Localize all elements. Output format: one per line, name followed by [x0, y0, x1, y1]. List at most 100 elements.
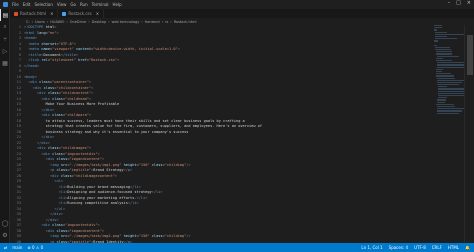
tab-rostack-html[interactable]: Rostack.html × [10, 9, 59, 18]
minimap-line [436, 60, 452, 62]
status-bar: ⇄ main ⊗ 0 ⚠ 0 Ln 1, Col 1 Spaces: 4 UTF… [0, 243, 474, 252]
breadcrumb-item[interactable]: rs [165, 20, 168, 24]
bell-icon[interactable]: 🔔 [465, 245, 470, 250]
minimap-line [434, 38, 457, 40]
css-file-icon [62, 11, 67, 16]
breadcrumb-item[interactable]: OneDrive [70, 20, 86, 24]
errors-value: 0 [31, 245, 35, 250]
minimap-line [436, 57, 443, 59]
minimap-line [436, 105, 455, 108]
vscode-logo-icon [3, 2, 8, 7]
minimap-line [437, 97, 447, 99]
language-mode[interactable]: HTML [448, 245, 459, 250]
breadcrumb-item[interactable]: web technology [111, 20, 139, 24]
menu-item-run[interactable]: Run [80, 2, 88, 7]
run-debug-icon[interactable]: ▷ [0, 45, 10, 57]
breadcrumb-item[interactable]: Rostack.html [174, 20, 197, 24]
minimap-line [436, 103, 454, 105]
menu-item-edit[interactable]: Edit [23, 2, 31, 7]
breadcrumb: C: › Users › HUAWEI › OneDrive › Desktop › web tec… [10, 18, 474, 25]
close-tab-icon[interactable]: × [50, 11, 53, 16]
minimap-line [438, 92, 467, 94]
minimap-line [434, 27, 442, 29]
minimap-line [437, 112, 459, 114]
minimap-line [435, 70, 442, 73]
minimap-line [436, 53, 452, 55]
cursor-position[interactable]: Ln 1, Col 1 [361, 245, 382, 250]
menu-item-file[interactable]: File [12, 2, 19, 7]
breadcrumb-separator-icon: › [46, 19, 49, 24]
minimap-line [434, 33, 465, 35]
extensions-icon[interactable]: ▦ [0, 57, 10, 69]
errors-count[interactable]: ⊗ 0 ⚠ 0 [27, 245, 43, 250]
menu-item-help[interactable]: Help [113, 2, 122, 7]
title-bar: File Edit Selection View Go Run Terminal Help –… [0, 0, 474, 9]
breadcrumb-item[interactable]: C: [26, 20, 30, 24]
breadcrumb-separator-icon: › [161, 19, 164, 24]
breadcrumb-separator-icon: › [66, 19, 68, 24]
minimap-line [434, 46, 450, 49]
breadcrumb-separator-icon: › [170, 19, 172, 24]
window-controls: – □ × [448, 0, 471, 6]
minimap-line [437, 81, 462, 84]
minimap-line [436, 62, 467, 64]
remote-icon[interactable]: ⇄ [4, 245, 7, 250]
minimap-line [437, 99, 446, 101]
account-icon[interactable]: ◯ [0, 217, 10, 229]
explorer-icon[interactable]: ▤ [0, 9, 10, 21]
minimap-line [435, 73, 451, 75]
encoding[interactable]: UTF-8 [414, 245, 426, 250]
minimap-line [438, 95, 465, 97]
minimap-line [436, 75, 454, 77]
minimap-line [436, 101, 445, 103]
breadcrumb-item[interactable]: HUAWEI [50, 20, 64, 24]
settings-gear-icon[interactable]: ⚙ [0, 229, 10, 241]
breadcrumb-separator-icon: › [108, 19, 110, 24]
close-icon[interactable]: × [467, 0, 471, 6]
breadcrumb-separator-icon: › [141, 19, 143, 24]
maximize-icon[interactable]: □ [456, 0, 461, 6]
breadcrumb-item[interactable]: Desktop [92, 20, 106, 24]
tab-rostack-css[interactable]: Rostack.css × [58, 9, 105, 18]
minimap-line [434, 44, 437, 46]
minimap-line [437, 110, 462, 112]
minimap-line [434, 35, 447, 38]
minimap-line [436, 55, 459, 57]
minimap-line [435, 51, 452, 53]
minimap-line [436, 77, 455, 79]
breadcrumb-separator-icon: › [31, 19, 34, 24]
minimap-line [435, 49, 451, 51]
menu-item-go[interactable]: Go [70, 2, 76, 7]
editor-scrollbar[interactable] [464, 25, 474, 243]
menu-item-terminal[interactable]: Terminal [92, 2, 109, 7]
search-icon[interactable]: ⌕ [0, 21, 10, 33]
indentation[interactable]: Spaces: 4 [389, 245, 408, 250]
minimap-line [434, 40, 438, 42]
scrollbar-thumb[interactable] [467, 35, 473, 75]
minimap-line [436, 68, 443, 70]
tab-label: Rostack.html [20, 11, 47, 16]
minimap-line [434, 31, 447, 33]
menu-item-view[interactable]: View [57, 2, 67, 7]
editor-tabs: Rostack.html × Rostack.css × [10, 9, 474, 18]
minimize-icon[interactable]: – [448, 0, 451, 6]
breadcrumb-separator-icon: › [88, 19, 90, 24]
minimap-line [437, 108, 467, 110]
tab-label: Rostack.css [68, 11, 92, 16]
close-tab-icon[interactable]: × [96, 11, 99, 16]
breadcrumb-item[interactable]: frontend [145, 20, 160, 24]
breadcrumb-item[interactable]: Users [35, 20, 45, 24]
menu-bar: File Edit Selection View Go Run Terminal Help [12, 2, 122, 7]
source-control-icon[interactable]: ⑂ [0, 33, 10, 45]
minimap-line [434, 25, 442, 27]
html-file-icon [14, 11, 18, 16]
warnings-value: 0 [40, 245, 44, 250]
menu-item-selection[interactable]: Selection [34, 2, 52, 7]
minimap-line [437, 84, 459, 86]
code-text: </head> [24, 63, 40, 68]
branch-label[interactable]: main [12, 245, 22, 250]
minimap-line [436, 64, 467, 66]
eol[interactable]: CRLF [432, 245, 442, 250]
minimap[interactable] [434, 25, 468, 175]
code-editor[interactable]: 1 <!DOCTYPE html> 2 <html lang="en"> 3 <head>… [10, 25, 464, 249]
